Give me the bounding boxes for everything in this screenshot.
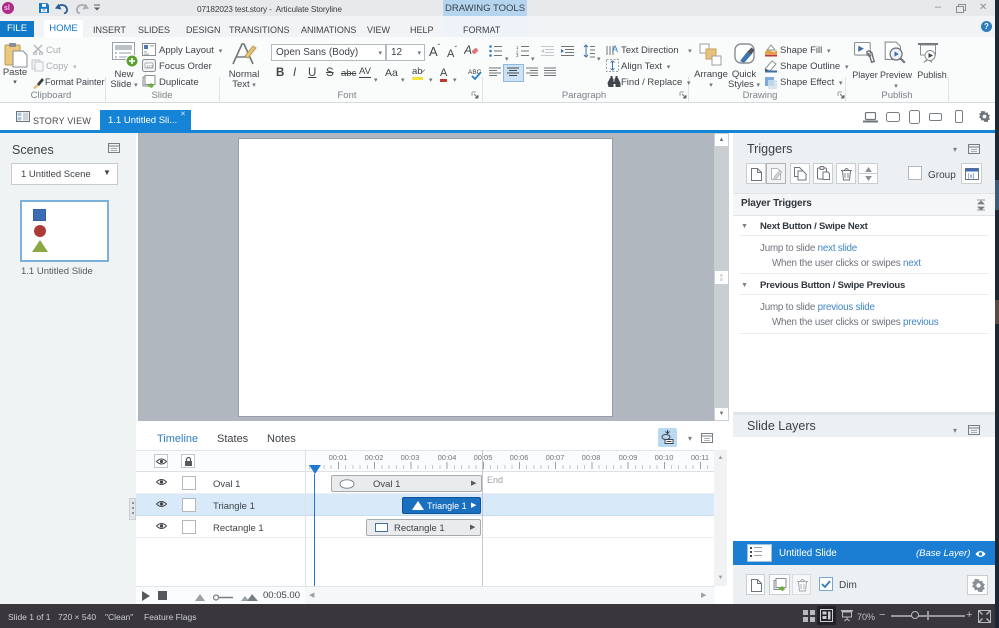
- svg-text:A: A: [612, 44, 618, 54]
- svg-text:123: 123: [146, 64, 153, 69]
- svg-text:A: A: [464, 43, 472, 57]
- svg-text:3: 3: [516, 53, 519, 57]
- svg-text:[x]: [x]: [968, 174, 975, 180]
